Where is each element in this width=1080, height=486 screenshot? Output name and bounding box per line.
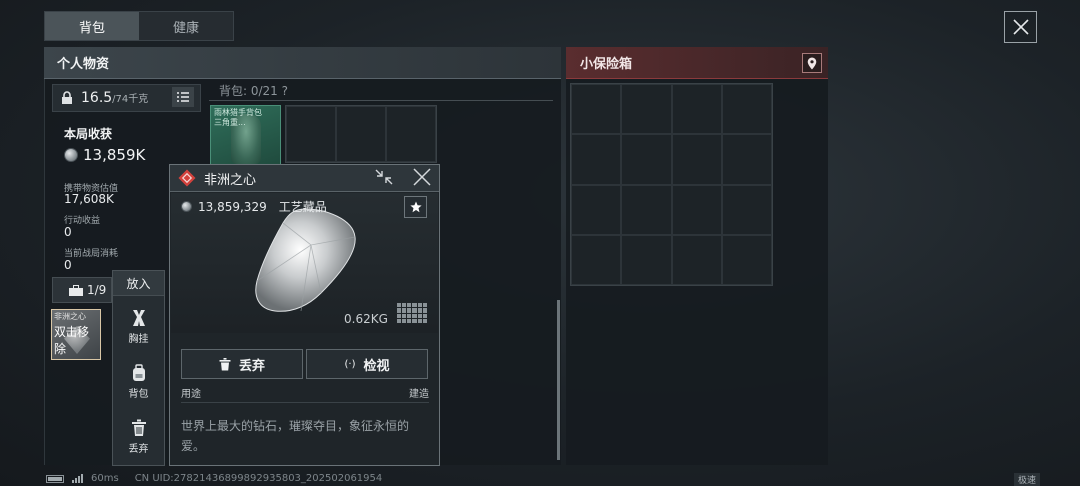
backpack-item-card[interactable]: 雨林猎手背包 三角重... <box>210 105 281 167</box>
tab-backpack[interactable]: 背包 <box>45 12 139 40</box>
chest-slot-name: 非洲之心 <box>54 312 86 321</box>
uid-text: CN UID:27821436899892935803_202502061954 <box>134 473 383 484</box>
grid-cell[interactable] <box>721 234 772 285</box>
item-price: 13,859,329 <box>198 199 267 214</box>
menu-item-chest-rig[interactable]: 胸挂 <box>113 309 164 345</box>
trash-icon <box>219 357 231 370</box>
inspect-button[interactable]: (·) 检视 <box>306 349 428 379</box>
menu-item-discard[interactable]: 丢弃 <box>113 419 164 455</box>
grid-cell[interactable] <box>621 234 672 285</box>
grid-cell[interactable] <box>721 134 772 185</box>
grid-cell[interactable] <box>571 234 622 285</box>
stat-value-action-income: 0 <box>64 225 72 239</box>
inspect-label: 检视 <box>363 358 390 374</box>
chest-slot-item[interactable]: 非洲之心 双击移除 <box>51 309 101 360</box>
list-view-button[interactable] <box>172 87 194 107</box>
item-weight: 0.62KG <box>344 312 388 326</box>
item-category: 工艺藏品 <box>278 200 327 214</box>
item-detail-title: 非洲之心 <box>204 172 257 188</box>
item-size-grid-icon <box>397 303 427 323</box>
grid-cell[interactable] <box>671 84 722 135</box>
menu-item-label: 胸挂 <box>128 334 149 345</box>
close-icon <box>1012 19 1029 35</box>
chest-rig-count: 1/9 <box>87 283 107 297</box>
item-description: 世界上最大的钻石，璀璨夺目，象征永恒的爱。 <box>181 419 410 453</box>
grid-cell[interactable] <box>621 134 672 185</box>
favorite-button[interactable] <box>404 196 427 218</box>
quality-diamond-icon <box>178 169 196 187</box>
grid-cell[interactable] <box>621 84 672 135</box>
coin-icon <box>64 148 78 162</box>
backpack-icon <box>132 364 145 381</box>
grid-cell[interactable] <box>721 184 772 235</box>
grid-cell[interactable] <box>721 84 772 135</box>
chest-slot-action: 双击移除 <box>54 325 89 356</box>
use-label: 用途 <box>181 389 201 400</box>
personal-supplies-header: 个人物资 <box>44 47 561 79</box>
chest-rig-bar[interactable]: 1/9 <box>52 277 112 303</box>
location-pin-icon <box>807 57 817 69</box>
coin-icon <box>181 201 192 212</box>
put-in-menu-title: 放入 <box>113 271 164 296</box>
harvest-value: 13,859K <box>64 146 145 164</box>
top-tabs: 背包 健康 <box>44 11 234 41</box>
stat-label-battle-cost: 当前战局消耗 <box>64 249 119 259</box>
grid-cell[interactable] <box>671 134 722 185</box>
detail-close-button[interactable] <box>412 168 432 190</box>
backpack-grid <box>285 105 437 163</box>
list-icon <box>177 92 189 102</box>
weight-value: 16.5/74千克 <box>81 90 148 106</box>
item-price-row: 13,859,329 工艺藏品 <box>181 198 327 215</box>
harvest-amount: 13,859K <box>83 146 146 164</box>
battery-icon <box>46 474 64 483</box>
weight-max: /74千克 <box>112 94 149 105</box>
grid-cell[interactable] <box>571 84 622 135</box>
small-safe-grid <box>570 83 773 286</box>
grid-cell[interactable] <box>386 106 436 162</box>
stat-value-battle-cost: 0 <box>64 258 72 272</box>
close-button[interactable] <box>1004 11 1037 43</box>
small-safe-header: 小保险箱 <box>566 47 828 79</box>
scrollbar[interactable] <box>557 300 560 460</box>
grid-cell[interactable] <box>571 184 622 235</box>
signal-icon <box>72 474 83 483</box>
grid-cell[interactable] <box>621 184 672 235</box>
collapse-button[interactable] <box>374 168 394 190</box>
backpack-item-name: 雨林猎手背包 <box>214 108 262 117</box>
safe-locate-button[interactable] <box>802 53 822 73</box>
backpack-item-subname: 三角重... <box>214 118 246 127</box>
lock-icon <box>62 91 72 104</box>
close-icon <box>413 168 431 186</box>
speed-badge: 极速 <box>1014 473 1040 486</box>
grid-cell[interactable] <box>571 134 622 185</box>
grid-cell[interactable] <box>671 234 722 285</box>
tab-health[interactable]: 健康 <box>139 12 233 40</box>
menu-item-label: 丢弃 <box>128 444 149 455</box>
grid-cell[interactable] <box>336 106 386 162</box>
star-icon <box>409 201 422 213</box>
status-footer: 60ms CN UID:27821436899892935803_2025020… <box>46 473 382 484</box>
harvest-title: 本局收获 <box>64 127 113 141</box>
use-value: 建造 <box>409 389 429 400</box>
chest-rig-icon <box>132 310 145 326</box>
discard-label: 丢弃 <box>238 358 265 374</box>
grid-cell[interactable] <box>286 106 336 162</box>
menu-item-backpack[interactable]: 背包 <box>113 364 164 400</box>
put-in-menu: 放入 胸挂 背包 丢弃 <box>112 270 165 466</box>
stat-value-carry-value: 17,608K <box>64 192 114 206</box>
backpack-capacity: 背包: 0/21 ? <box>209 81 553 101</box>
discard-button[interactable]: 丢弃 <box>181 349 303 379</box>
weight-current: 16.5 <box>81 90 113 106</box>
item-use-row: 用途 建造 <box>181 385 429 403</box>
inspect-icon: (·) <box>344 358 356 370</box>
briefcase-icon <box>69 284 83 296</box>
menu-item-label: 背包 <box>128 389 149 400</box>
grid-cell[interactable] <box>671 184 722 235</box>
collapse-arrows-icon <box>375 169 393 185</box>
ping-value: 60ms <box>91 473 119 484</box>
item-detail-header: 非洲之心 <box>170 165 439 192</box>
trash-icon <box>131 419 146 436</box>
